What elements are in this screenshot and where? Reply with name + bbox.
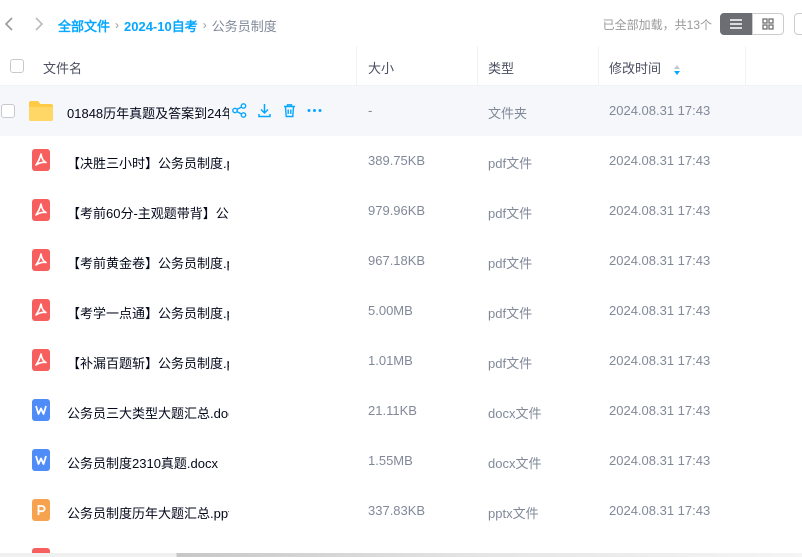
table-row[interactable]: 【决胜三小时】公务员制度.pdf 389.75KB pdf文件 2024.08.31 …: [0, 136, 802, 186]
pdf-icon: [32, 299, 50, 321]
overflow-button[interactable]: [794, 13, 802, 35]
word-icon: [32, 399, 50, 421]
file-modified: 2024.08.31 17:43: [609, 203, 711, 218]
file-size: 979.96KB: [368, 203, 426, 218]
file-type: docx文件: [488, 406, 542, 421]
load-status: 已全部加载，共13个: [602, 18, 712, 32]
file-modified: 2024.08.31 17:43: [609, 503, 711, 518]
file-modified: 2024.08.31 17:43: [609, 453, 711, 468]
file-name[interactable]: 01848历年真题及答案到24年(: [67, 103, 229, 122]
breadcrumb-separator: ›: [115, 18, 120, 32]
row-actions: [231, 102, 323, 120]
word-icon: [32, 449, 50, 471]
header-size[interactable]: 大小: [368, 58, 394, 77]
file-type: pdf文件: [488, 306, 533, 321]
table-row[interactable]: 01848历年真题及答案到24年( - 文件夹 2024.08.31 17:43: [0, 86, 802, 136]
table-row[interactable]: 【考学一点通】公务员制度.pdf 5.00MB pdf文件 2024.08.31 17…: [0, 286, 802, 336]
table-header: 文件名 大小 类型 修改时间: [0, 46, 802, 86]
delete-icon[interactable]: [281, 102, 298, 119]
file-name[interactable]: 【考学一点通】公务员制度.pdf: [67, 303, 229, 322]
file-name[interactable]: 公务员制度2310真题.docx: [67, 453, 229, 472]
file-type: pdf文件: [488, 156, 533, 171]
more-icon[interactable]: [306, 102, 323, 119]
share-icon[interactable]: [231, 102, 248, 119]
file-size: 967.18KB: [368, 253, 426, 268]
file-modified: 2024.08.31 17:43: [609, 153, 711, 168]
breadcrumb: 全部文件 › 2024-10自考 › 公务员制度: [58, 15, 277, 35]
grid-view-button[interactable]: [752, 13, 784, 35]
toolbar: 全部文件 › 2024-10自考 › 公务员制度 已全部加载，共13个: [0, 0, 802, 48]
list-view-icon: [730, 19, 742, 29]
table-row[interactable]: 【补漏百题斩】公务员制度.pdf 1.01MB pdf文件 2024.08.31 17…: [0, 336, 802, 386]
grid-view-icon: [762, 18, 774, 30]
breadcrumb-current: 公务员制度: [211, 18, 277, 34]
file-type: pdf文件: [488, 356, 533, 371]
table-row[interactable]: 【考前黄金卷】公务员制度.pdf 967.18KB pdf文件 2024.08.31 …: [0, 236, 802, 286]
download-icon[interactable]: [256, 102, 273, 119]
table-row[interactable]: 公务员制度历年大题汇总.pptx 337.83KB pptx文件 2024.08.31…: [0, 486, 802, 536]
pdf-icon: [32, 249, 50, 271]
file-size: 5.00MB: [368, 303, 413, 318]
header-modified[interactable]: 修改时间: [609, 58, 681, 77]
pdf-icon: [32, 149, 50, 171]
sort-icon[interactable]: [673, 64, 681, 76]
scrollbar[interactable]: [0, 553, 802, 557]
table-row[interactable]: 【考前60分-主观题带背】公务员制度.... 979.96KB pdf文件 2024.…: [0, 186, 802, 236]
list-view-button[interactable]: [720, 13, 752, 35]
file-name[interactable]: 【补漏百题斩】公务员制度.pdf: [67, 353, 229, 372]
select-all-checkbox[interactable]: [10, 59, 24, 73]
breadcrumb-root[interactable]: 全部文件: [58, 16, 110, 35]
file-size: 337.83KB: [368, 503, 426, 518]
pdf-icon: [32, 349, 50, 371]
file-size: -: [368, 103, 373, 118]
file-size: 1.01MB: [368, 353, 413, 368]
table-row[interactable]: 公务员制度2310真题.docx 1.55MB docx文件 2024.08.31 1…: [0, 436, 802, 486]
chevron-right-icon[interactable]: [28, 14, 48, 34]
table-row[interactable]: 公务员三大类型大题汇总.docx 21.11KB docx文件 2024.08.31 …: [0, 386, 802, 436]
file-type: pdf文件: [488, 256, 533, 271]
column-divider[interactable]: [477, 46, 478, 86]
header-type[interactable]: 类型: [488, 58, 514, 77]
file-modified: 2024.08.31 17:43: [609, 253, 711, 268]
file-size: 21.11KB: [368, 403, 417, 418]
file-size: 389.75KB: [368, 153, 426, 168]
breadcrumb-folder[interactable]: 2024-10自考: [124, 16, 198, 35]
ppt-icon: [32, 499, 50, 521]
file-name[interactable]: 公务员制度历年大题汇总.pptx: [67, 503, 229, 522]
row-checkbox[interactable]: [1, 104, 15, 118]
file-modified: 2024.08.31 17:43: [609, 303, 711, 318]
folder-icon: [28, 100, 54, 122]
file-name[interactable]: 【考前60分-主观题带背】公务员制度....: [67, 203, 229, 222]
file-size: 1.55MB: [368, 453, 413, 468]
chevron-left-icon[interactable]: [0, 14, 20, 34]
file-type: pptx文件: [488, 506, 539, 521]
file-modified: 2024.08.31 17:43: [609, 403, 711, 418]
pdf-icon: [32, 199, 50, 221]
column-divider[interactable]: [745, 46, 746, 86]
breadcrumb-separator: ›: [202, 18, 207, 32]
file-name[interactable]: 公务员三大类型大题汇总.docx: [67, 403, 229, 422]
file-type: pdf文件: [488, 206, 533, 221]
file-type: docx文件: [488, 456, 542, 471]
file-name[interactable]: 【考前黄金卷】公务员制度.pdf: [67, 253, 229, 272]
file-name[interactable]: 【决胜三小时】公务员制度.pdf: [67, 153, 229, 172]
header-name[interactable]: 文件名: [43, 58, 82, 77]
file-modified: 2024.08.31 17:43: [609, 353, 711, 368]
header-modified-label: 修改时间: [609, 61, 662, 76]
column-divider[interactable]: [356, 46, 357, 86]
file-modified: 2024.08.31 17:43: [609, 103, 711, 118]
file-type: 文件夹: [488, 106, 528, 121]
column-divider[interactable]: [598, 46, 599, 86]
